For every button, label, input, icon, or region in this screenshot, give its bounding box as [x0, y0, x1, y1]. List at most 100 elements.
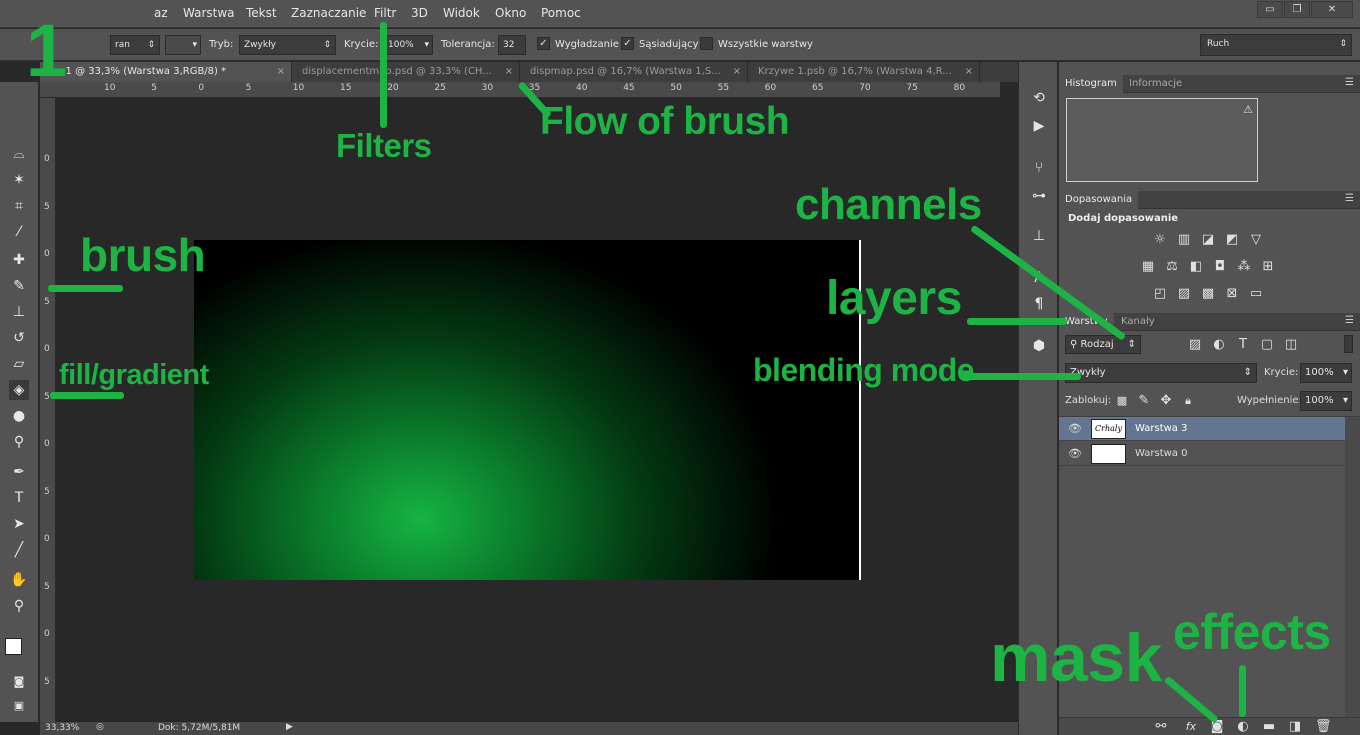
tab-document-3[interactable]: dispmap.psd @ 16,7% (Warstwa 1,S... ×: [522, 62, 748, 82]
filter-shape-icon[interactable]: ▢: [1259, 338, 1275, 352]
history-brush-tool-icon[interactable]: ↺: [9, 328, 29, 348]
hand-tool-icon[interactable]: ✋: [9, 570, 29, 590]
photo-filter-icon[interactable]: ◘: [1212, 260, 1228, 274]
eye-icon[interactable]: 👁︎: [1068, 422, 1082, 435]
tab-info[interactable]: Informacje: [1123, 75, 1188, 93]
delete-layer-icon[interactable]: 🗑︎: [1315, 720, 1332, 734]
zoom-tool-icon[interactable]: ⚲: [9, 596, 29, 616]
black-white-icon[interactable]: ◧: [1188, 260, 1204, 274]
close-icon[interactable]: ×: [733, 62, 741, 82]
menu-view[interactable]: Widok: [443, 6, 480, 20]
brightness-icon[interactable]: ☼: [1152, 233, 1168, 247]
foreground-color-swatch[interactable]: [5, 638, 22, 655]
gradient-map-icon[interactable]: ▭: [1248, 287, 1264, 301]
paint-bucket-tool-icon[interactable]: ◈: [9, 380, 29, 400]
close-icon[interactable]: ×: [965, 62, 973, 82]
fill-field[interactable]: 100% ▾: [1300, 391, 1352, 411]
paragraph-icon[interactable]: ¶: [1029, 294, 1049, 314]
mode-select[interactable]: Zwykły ⇕: [239, 35, 336, 55]
healing-brush-tool-icon[interactable]: ✚: [9, 250, 29, 270]
adjustment-layer-icon[interactable]: ◐: [1235, 720, 1251, 734]
close-icon[interactable]: ×: [277, 62, 285, 82]
menu-layer[interactable]: Warstwa: [183, 6, 235, 20]
menu-select[interactable]: Zaznaczanie: [291, 6, 366, 20]
filter-smart-object-icon[interactable]: ◫: [1283, 338, 1299, 352]
document-canvas[interactable]: [194, 240, 861, 580]
tab-document-1[interactable]: wy-1 @ 33,3% (Warstwa 3,RGB/8) * ×: [40, 62, 292, 82]
brush-presets-icon[interactable]: ⑂: [1029, 158, 1049, 178]
layer-opacity-field[interactable]: 100% ▾: [1300, 363, 1352, 383]
posterize-icon[interactable]: ▨: [1176, 287, 1192, 301]
crop-tool-icon[interactable]: ⌗: [9, 196, 29, 216]
threshold-icon[interactable]: ▩: [1200, 287, 1216, 301]
warning-icon[interactable]: ⚠: [1243, 103, 1253, 116]
lock-transparency-icon[interactable]: ▩: [1114, 394, 1130, 408]
contiguous-checkbox[interactable]: ✓: [621, 37, 634, 50]
add-mask-icon[interactable]: ◙: [1209, 720, 1225, 734]
curves-icon[interactable]: ◪: [1200, 233, 1216, 247]
clone-source-icon[interactable]: ⊥: [1029, 226, 1049, 246]
quick-mask-icon[interactable]: ◙: [9, 672, 29, 692]
exposure-icon[interactable]: ◩: [1224, 233, 1240, 247]
layer-row-warstwa-0[interactable]: 👁︎ Warstwa 0: [1059, 442, 1345, 466]
panel-menu-icon[interactable]: ☰: [1345, 193, 1354, 204]
layer-row-warstwa-3[interactable]: 👁︎ Crhaly Warstwa 3: [1059, 417, 1345, 441]
dodge-tool-icon[interactable]: ⚲: [9, 432, 29, 452]
clone-stamp-tool-icon[interactable]: ⊥: [9, 302, 29, 322]
close-window-button[interactable]: ✕: [1311, 1, 1353, 18]
layer-filter-select[interactable]: ⚲ Rodzaj ⇕: [1065, 335, 1141, 354]
pen-tool-icon[interactable]: ✒: [9, 462, 29, 482]
menu-3d[interactable]: 3D: [411, 6, 428, 20]
lock-all-icon[interactable]: 🔒︎: [1180, 394, 1196, 408]
opacity-field[interactable]: 100% ▾: [383, 35, 433, 55]
zoom-level[interactable]: 33,33%: [45, 723, 79, 733]
minimize-button[interactable]: ▭: [1257, 1, 1283, 18]
smoothing-checkbox[interactable]: ✓: [537, 37, 550, 50]
new-group-icon[interactable]: ▬: [1261, 720, 1277, 734]
tab-document-4[interactable]: Krzywe 1.psb @ 16,7% (Warstwa 4,R... ×: [750, 62, 980, 82]
tab-channels[interactable]: Kanały: [1115, 313, 1161, 331]
actions-play-icon[interactable]: ▶: [1029, 116, 1049, 136]
tab-histogram[interactable]: Histogram: [1059, 75, 1123, 93]
lock-pixels-icon[interactable]: ✎: [1136, 394, 1152, 408]
color-balance-icon[interactable]: ⚖: [1164, 260, 1180, 274]
menu-window[interactable]: Okno: [495, 6, 526, 20]
menu-image[interactable]: az: [154, 6, 168, 20]
vibrance-icon[interactable]: ▽: [1248, 233, 1264, 247]
fx-effects-icon[interactable]: fx: [1183, 720, 1199, 734]
layers-scrollbar[interactable]: [1345, 417, 1360, 717]
line-tool-icon[interactable]: ╱: [9, 540, 29, 560]
all-layers-checkbox[interactable]: [700, 37, 713, 50]
lock-position-icon[interactable]: ✥: [1158, 394, 1174, 408]
eraser-tool-icon[interactable]: ▱: [9, 354, 29, 374]
magic-wand-tool-icon[interactable]: ✶: [9, 170, 29, 190]
levels-icon[interactable]: ▥: [1176, 233, 1192, 247]
status-menu-arrow-icon[interactable]: ▶: [286, 722, 293, 732]
tab-document-2[interactable]: displacementmap.psd @ 33,3% (CH... ×: [294, 62, 520, 82]
eye-icon[interactable]: 👁︎: [1068, 447, 1082, 460]
color-lookup-icon[interactable]: ⊞: [1260, 260, 1276, 274]
link-layers-icon[interactable]: ⚯: [1153, 720, 1169, 734]
blend-mode-select[interactable]: Zwykły ⇕: [1065, 363, 1257, 383]
panel-menu-icon[interactable]: ☰: [1345, 315, 1354, 326]
layer-name[interactable]: Warstwa 0: [1135, 448, 1187, 459]
style-select[interactable]: ran ⇕: [110, 35, 160, 55]
layer-name[interactable]: Warstwa 3: [1135, 423, 1187, 434]
brush-tool-icon[interactable]: ✎: [9, 276, 29, 296]
workspace-select[interactable]: Ruch ⇕: [1200, 34, 1352, 56]
new-layer-icon[interactable]: ◨: [1287, 720, 1303, 734]
filter-toggle[interactable]: [1344, 335, 1353, 353]
panel-menu-icon[interactable]: ☰: [1345, 77, 1354, 88]
lasso-tool-icon[interactable]: ⌓: [9, 144, 29, 164]
screen-mode-icon[interactable]: ▣: [9, 696, 29, 716]
eyedropper-tool-icon[interactable]: ⁄: [9, 222, 29, 242]
tab-adjustments[interactable]: Dopasowania: [1059, 191, 1139, 209]
path-selection-tool-icon[interactable]: ➤: [9, 514, 29, 534]
menu-filter[interactable]: Filtr: [374, 6, 396, 20]
tool-presets-icon[interactable]: ⊶: [1029, 186, 1049, 206]
restore-button[interactable]: ❐: [1284, 1, 1310, 18]
pattern-picker[interactable]: ▾: [165, 35, 201, 55]
filter-type-icon[interactable]: T: [1235, 338, 1251, 352]
invert-icon[interactable]: ◰: [1152, 287, 1168, 301]
tolerance-field[interactable]: 32: [498, 35, 526, 55]
